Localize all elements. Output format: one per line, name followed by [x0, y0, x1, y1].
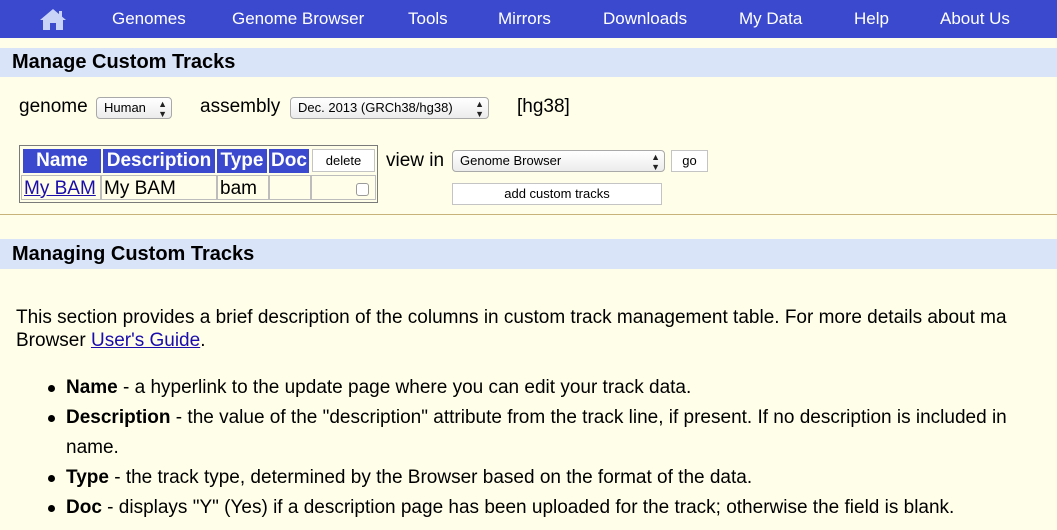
- section-divider: [0, 214, 1057, 215]
- table-cell-type: bam: [217, 175, 269, 200]
- nav-help[interactable]: Help: [854, 0, 889, 38]
- list-item-term: Description: [66, 407, 171, 428]
- nav-my-data[interactable]: My Data: [739, 0, 802, 38]
- list-item-term: Doc: [66, 497, 102, 518]
- delete-track-checkbox[interactable]: [356, 183, 369, 196]
- col-header-type: Type: [217, 149, 267, 173]
- col-header-description: Description: [103, 149, 215, 173]
- view-in-select-value: Genome Browser: [460, 153, 562, 168]
- nav-genomes[interactable]: Genomes: [112, 0, 186, 38]
- bullet-icon: [48, 475, 55, 482]
- custom-tracks-table: Name Description Type Doc delete My BAM …: [19, 145, 378, 203]
- select-arrows-icon: ▲ ▼: [158, 99, 167, 119]
- list-item-text: - the track type, determined by the Brow…: [108, 467, 753, 488]
- top-nav-bar: Genomes Genome Browser Tools Mirrors Dow…: [0, 0, 1057, 38]
- bullet-icon: [48, 415, 55, 422]
- table-cell-name: My BAM: [21, 175, 101, 200]
- assembly-select-value: Dec. 2013 (GRCh38/hg38): [298, 100, 453, 115]
- table-cell-doc: [269, 175, 311, 200]
- genome-label: genome: [19, 96, 88, 117]
- list-item: Description - the value of the "descript…: [66, 407, 1007, 429]
- nav-tools[interactable]: Tools: [408, 0, 448, 38]
- list-item-term: Type: [66, 467, 109, 488]
- select-arrows-icon: ▲ ▼: [475, 99, 484, 119]
- list-item-text: - a hyperlink to the update page where y…: [117, 377, 692, 398]
- list-item-continuation: name.: [66, 437, 119, 458]
- col-header-name: Name: [23, 149, 101, 173]
- col-header-doc: Doc: [269, 149, 309, 173]
- list-item-term: Name: [66, 377, 118, 398]
- genome-select[interactable]: Human ▲ ▼: [96, 97, 172, 119]
- list-item: Doc - displays "Y" (Yes) if a descriptio…: [66, 497, 954, 519]
- view-in-select[interactable]: Genome Browser ▲ ▼: [452, 150, 665, 172]
- assembly-label: assembly: [200, 96, 281, 117]
- intro-text: Browser: [16, 330, 91, 351]
- list-item-text: - displays "Y" (Yes) if a description pa…: [101, 497, 955, 518]
- delete-button[interactable]: delete: [312, 149, 375, 172]
- view-in-label: view in: [386, 150, 445, 171]
- go-button[interactable]: go: [671, 150, 708, 172]
- table-cell-description: My BAM: [101, 175, 217, 200]
- assembly-select[interactable]: Dec. 2013 (GRCh38/hg38) ▲ ▼: [290, 97, 489, 119]
- list-item: Type - the track type, determined by the…: [66, 467, 752, 489]
- home-icon[interactable]: [38, 7, 68, 31]
- bullet-icon: [48, 385, 55, 392]
- nav-about-us[interactable]: About Us: [940, 0, 1010, 38]
- list-item-text: - the value of the "description" attribu…: [170, 407, 1007, 428]
- track-name-link[interactable]: My BAM: [24, 178, 96, 199]
- nav-genome-browser[interactable]: Genome Browser: [232, 0, 364, 38]
- db-name: [hg38]: [517, 96, 570, 117]
- intro-text-end: .: [200, 330, 206, 351]
- intro-paragraph-line2: Browser User's Guide.: [16, 330, 205, 352]
- bullet-icon: [48, 505, 55, 512]
- help-section-title: Managing Custom Tracks: [0, 239, 1057, 269]
- manage-section-title: Manage Custom Tracks: [0, 48, 1057, 77]
- nav-mirrors[interactable]: Mirrors: [498, 0, 551, 38]
- intro-paragraph-line1: This section provides a brief descriptio…: [16, 307, 1007, 328]
- nav-downloads[interactable]: Downloads: [603, 0, 687, 38]
- users-guide-link[interactable]: User's Guide: [91, 330, 200, 351]
- list-item: Name - a hyperlink to the update page wh…: [66, 377, 691, 399]
- select-arrows-icon: ▲ ▼: [651, 152, 660, 172]
- add-custom-tracks-button[interactable]: add custom tracks: [452, 183, 662, 205]
- genome-select-value: Human: [104, 100, 146, 115]
